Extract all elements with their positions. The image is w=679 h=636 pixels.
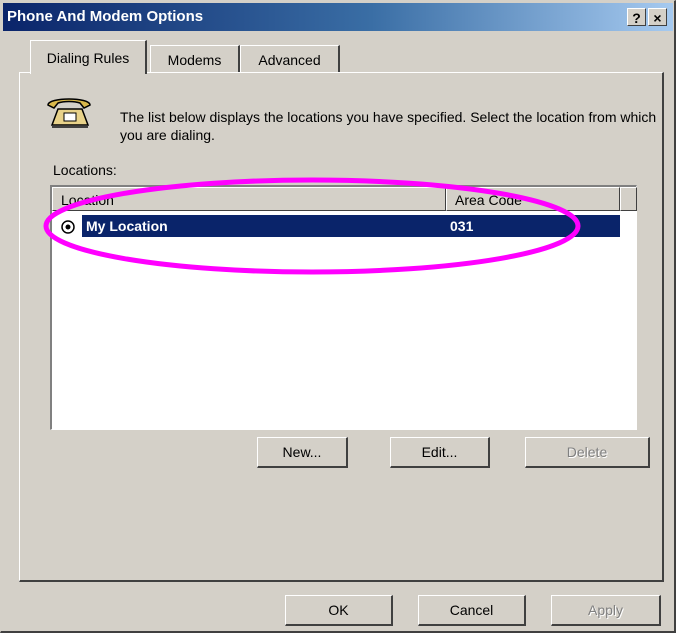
new-button[interactable]: New... [257,437,348,468]
column-header-empty [620,187,637,211]
cancel-button[interactable]: Cancel [418,595,526,626]
locations-list[interactable]: Location Area Code My Location 031 [50,185,637,430]
apply-button[interactable]: Apply [551,595,661,626]
tab-modems[interactable]: Modems [150,45,240,73]
title-bar[interactable]: Phone And Modem Options ? × [3,3,673,31]
delete-button[interactable]: Delete [525,437,650,468]
tab-advanced[interactable]: Advanced [240,45,340,73]
tab-dialing-rules[interactable]: Dialing Rules [30,40,147,74]
description-text: The list below displays the locations yo… [120,109,657,143]
selected-location-icon [61,220,75,234]
close-button[interactable]: × [648,8,667,26]
column-header-area-code[interactable]: Area Code [446,187,620,211]
row-area-code: 031 [450,218,474,234]
ok-button[interactable]: OK [285,595,393,626]
window-title: Phone And Modem Options [7,8,204,25]
column-header-location[interactable]: Location [52,187,446,211]
row-location: My Location [86,218,168,234]
edit-button[interactable]: Edit... [390,437,490,468]
locations-label: Locations: [53,162,117,178]
table-row[interactable]: My Location 031 [82,215,620,237]
telephone-icon [47,98,91,128]
help-button[interactable]: ? [627,8,646,26]
